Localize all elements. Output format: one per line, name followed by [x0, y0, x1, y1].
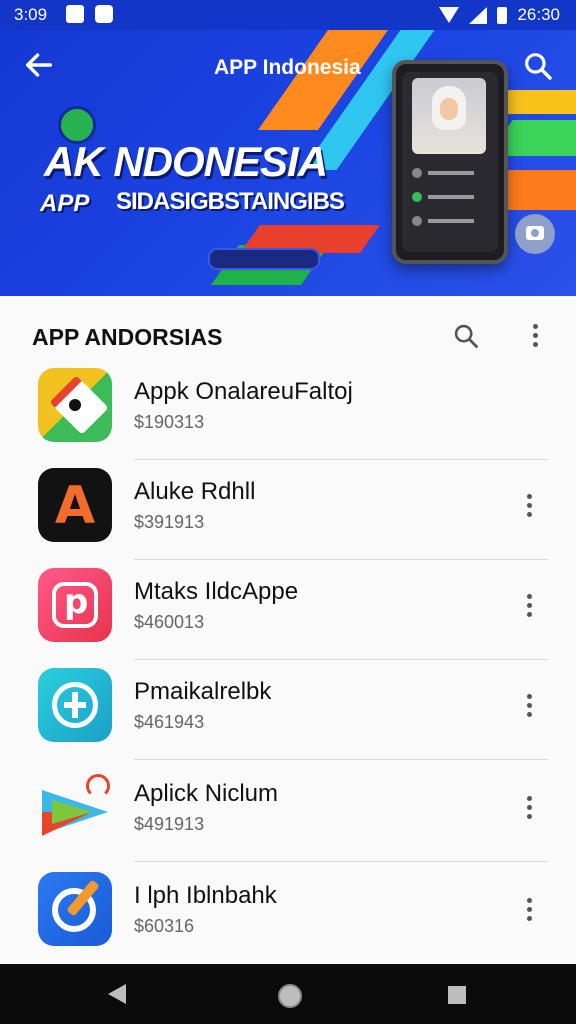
app-name: Aplick Niclum [134, 780, 279, 807]
list-item[interactable]: Aplick Niclum $491913 [0, 762, 576, 862]
app-size: $60316 [134, 916, 195, 936]
more-vert-icon[interactable] [524, 694, 534, 721]
wifi-icon [439, 7, 460, 23]
banner-mini-bar [208, 248, 320, 270]
search-icon[interactable] [452, 322, 480, 350]
nav-home-icon[interactable] [278, 984, 302, 1008]
more-vert-icon[interactable] [530, 324, 540, 350]
back-arrow-icon[interactable] [22, 48, 56, 82]
nav-back-icon[interactable] [108, 984, 126, 1004]
notification-icon [66, 5, 84, 23]
app-name: Aluke Rdhll [134, 478, 256, 505]
phone-mockup-image [392, 60, 508, 264]
hero-banner: APP Indonesia AK NDONESIA APP SIDASIGBST… [0, 30, 576, 296]
app-name: Pmaikalrelbk [134, 678, 272, 705]
list-item[interactable]: Mtaks IldcAppe $460013 [0, 560, 576, 660]
divider [134, 861, 548, 862]
app-name: Mtaks IldcAppe [134, 578, 299, 605]
list-item[interactable]: I lph Iblnbahk $60316 [0, 864, 576, 964]
camera-icon [526, 226, 544, 240]
app-icon: A [38, 468, 112, 542]
divider [134, 759, 548, 760]
banner-title: APP Indonesia [214, 56, 361, 79]
section-title: APP ANDORSIAS [32, 324, 223, 350]
app-name: Appk OnalareuFaltoj [134, 378, 353, 405]
app-icon [38, 872, 112, 946]
battery-icon [497, 6, 508, 24]
status-time-right: 26:30 [517, 5, 560, 24]
nav-recents-icon[interactable] [448, 986, 466, 1004]
more-vert-icon[interactable] [524, 594, 534, 621]
app-size: $461943 [134, 712, 205, 732]
list-item[interactable]: Appk OnalareuFaltoj $190313 [0, 360, 576, 460]
app-size: $190313 [134, 412, 205, 432]
status-time: 3:09 [14, 5, 48, 24]
phone-screen [402, 72, 498, 252]
app-icon [38, 668, 112, 742]
app-list-section: APP ANDORSIAS Appk OnalareuFaltoj $19031… [0, 296, 576, 964]
signal-icon [469, 6, 488, 24]
system-nav-bar [0, 964, 576, 1024]
app-name: I lph Iblnbahk [134, 882, 277, 909]
banner-subtitle: SIDASIGBSTAINGIBS [116, 188, 345, 215]
app-size: $460013 [134, 612, 205, 632]
notification-icon [95, 5, 113, 23]
more-vert-icon[interactable] [524, 796, 534, 823]
camera-button[interactable] [515, 214, 555, 254]
search-icon[interactable] [522, 50, 554, 82]
more-vert-icon[interactable] [524, 494, 534, 521]
list-item[interactable]: Pmaikalrelbk $461943 [0, 660, 576, 760]
status-icons: 26:30 [439, 5, 560, 25]
list-item[interactable]: A Aluke Rdhll $391913 [0, 460, 576, 560]
profile-photo [412, 78, 486, 154]
status-bar: 3:09 26:30 [0, 0, 576, 30]
app-size: $491913 [134, 814, 205, 834]
app-size: $391913 [134, 512, 205, 532]
app-icon [38, 770, 112, 844]
banner-headline: AK NDONESIA [44, 138, 328, 185]
app-icon [38, 368, 112, 442]
more-vert-icon[interactable] [524, 898, 534, 925]
banner-app-tag: APP [40, 190, 90, 217]
app-icon [38, 568, 112, 642]
